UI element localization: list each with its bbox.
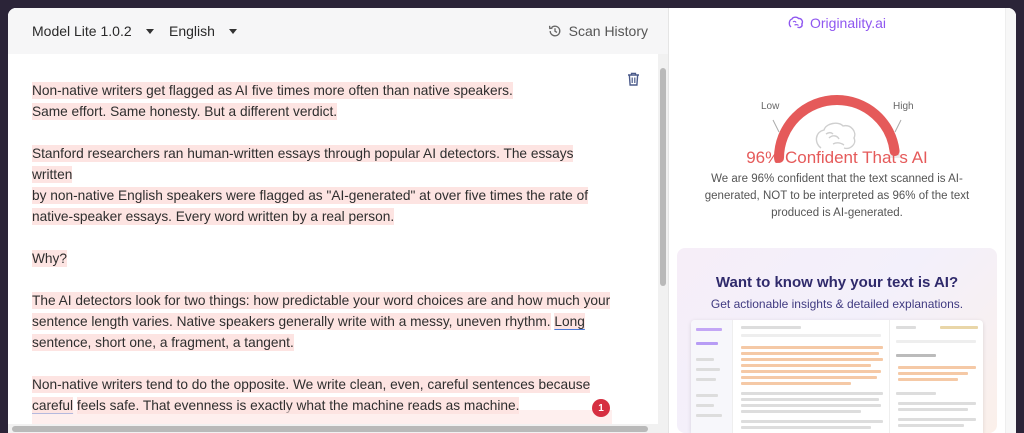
- preview-editor: [737, 320, 887, 433]
- brain-outline-icon: [815, 122, 856, 150]
- confidence-description: We are 96% confident that the text scann…: [704, 173, 970, 219]
- text-line: Non-native writers tend to do the opposi…: [32, 376, 591, 393]
- flagged-word[interactable]: Long: [554, 313, 585, 330]
- text-line: by non-native English speakers were flag…: [32, 187, 589, 204]
- brain-logo-icon: [788, 16, 804, 29]
- product-preview-image: [691, 320, 983, 433]
- delete-button[interactable]: [627, 72, 640, 91]
- preview-sidebar: [691, 320, 733, 433]
- confidence-title: 96% Confident That's AI: [746, 148, 928, 167]
- text-line: Stanford researchers ran human-written e…: [32, 145, 574, 183]
- scan-history-button[interactable]: Scan History: [548, 23, 648, 39]
- gauge-low-label: Low: [761, 101, 780, 112]
- text-line: Same effort. Same honesty. But a differe…: [32, 103, 338, 120]
- model-dropdown[interactable]: Model Lite 1.0.2: [32, 23, 154, 39]
- promo-title: Want to know why your text is AI?: [715, 274, 959, 291]
- notification-badge[interactable]: 1: [592, 399, 610, 417]
- insights-promo-card[interactable]: Want to know why your text is AI? Get ac…: [677, 248, 997, 433]
- paragraph: Why?: [32, 248, 612, 269]
- trash-icon: [628, 72, 639, 86]
- preview-results: [889, 320, 983, 433]
- paragraph: Stanford researchers ran human-written e…: [32, 143, 612, 227]
- promo-subtitle: Get actionable insights & detailed expla…: [710, 297, 964, 311]
- text-editor[interactable]: Non-native writers get flagged as AI fiv…: [8, 54, 658, 424]
- text-line: The AI detectors look for two things: ho…: [32, 292, 611, 309]
- text-line: Why?: [32, 250, 67, 267]
- editor-text[interactable]: Non-native writers get flagged as AI fiv…: [32, 80, 612, 424]
- app-window: Model Lite 1.0.2 English Scan History No…: [8, 8, 1016, 433]
- text-line: sentence, short one, a fragment, a tange…: [32, 334, 294, 351]
- vertical-scrollbar-thumb[interactable]: [660, 68, 666, 286]
- editor-toolbar: Model Lite 1.0.2 English Scan History: [8, 8, 668, 54]
- brand-header: Originality.ai: [669, 15, 1005, 31]
- brand-name: Originality.ai: [810, 15, 886, 31]
- partially-visible-line: [32, 410, 612, 424]
- editor-panel: Model Lite 1.0.2 English Scan History No…: [8, 8, 668, 433]
- text-line: Non-native writers get flagged as AI fiv…: [32, 82, 513, 99]
- text-line: native-speaker essays. Every word writte…: [32, 208, 395, 225]
- results-scrollbar[interactable]: [1005, 8, 1016, 433]
- model-label: Model Lite 1.0.2: [32, 23, 132, 39]
- history-icon: [548, 25, 561, 37]
- scan-history-label: Scan History: [568, 23, 648, 39]
- text-line: sentence length varies. Native speakers …: [32, 313, 551, 330]
- chevron-down-icon: [145, 28, 154, 34]
- language-label: English: [169, 23, 215, 39]
- gauge-high-label: High: [893, 101, 914, 112]
- results-panel: Originality.ai Low High 96% Confident Th…: [668, 8, 1016, 433]
- paragraph: The AI detectors look for two things: ho…: [32, 290, 612, 353]
- chevron-down-icon: [228, 28, 237, 34]
- paragraph: Non-native writers get flagged as AI fiv…: [32, 80, 612, 122]
- horizontal-scrollbar-thumb[interactable]: [12, 426, 648, 432]
- language-dropdown[interactable]: English: [169, 23, 237, 39]
